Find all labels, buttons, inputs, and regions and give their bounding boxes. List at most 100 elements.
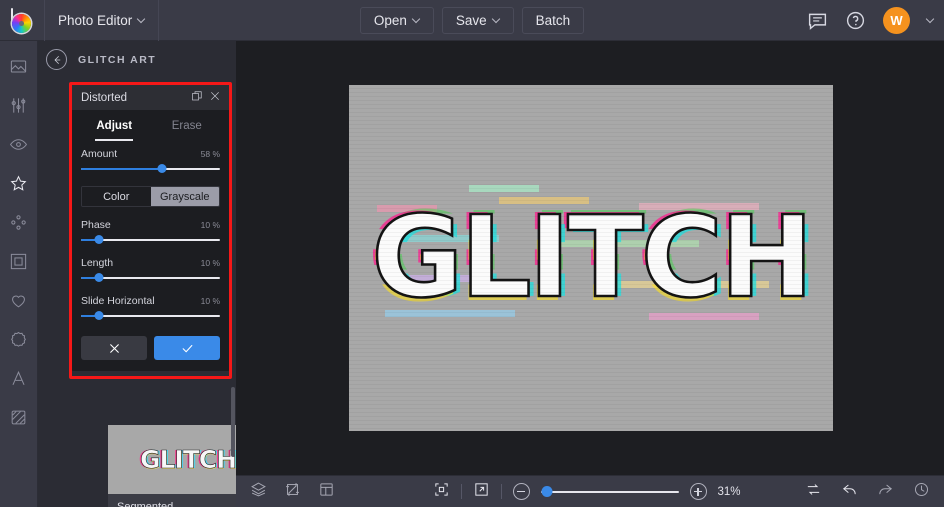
sidebar-item-frames[interactable]	[2, 246, 36, 276]
star-icon	[10, 174, 27, 191]
zoom-in-button[interactable]	[689, 483, 707, 500]
back-button[interactable]	[46, 49, 67, 70]
chat-icon[interactable]	[807, 10, 828, 31]
top-center-actions: Open Save Batch	[0, 6, 944, 34]
slider-knob[interactable]	[94, 235, 104, 244]
back-arrow-icon	[53, 55, 60, 64]
preset-label: Segmented	[108, 494, 236, 507]
chevron-down-icon	[493, 17, 500, 24]
chevron-down-icon[interactable]	[927, 17, 934, 24]
effect-action-buttons	[81, 333, 220, 362]
undo-icon[interactable]	[841, 481, 858, 503]
slide-horizontal-value: 10 %	[200, 296, 220, 306]
top-right-actions: W	[807, 0, 934, 41]
sidebar-item-text[interactable]	[2, 363, 36, 393]
batch-button[interactable]: Batch	[521, 6, 585, 34]
expand-icon[interactable]	[473, 481, 490, 503]
sidebar-item-effects[interactable]	[2, 168, 36, 198]
artboard[interactable]: GLITCH GLITCH GLITCH GLITCH GLITCH	[349, 85, 833, 431]
zoom-slider-knob[interactable]	[541, 485, 553, 497]
save-label: Save	[455, 12, 487, 28]
glitch-layer-base: GLITCH	[370, 193, 815, 323]
text-a-icon	[12, 370, 25, 385]
length-label: Length	[81, 257, 114, 269]
effect-title: Distorted	[81, 91, 128, 104]
sidebar-item-particles[interactable]	[2, 207, 36, 237]
effect-panel-header: Distorted	[72, 85, 229, 110]
sidebar-item-favorites[interactable]	[2, 285, 36, 315]
redo-icon[interactable]	[877, 481, 894, 503]
amount-row-label: Amount 58 %	[81, 148, 220, 160]
close-icon[interactable]	[209, 89, 221, 107]
avatar[interactable]: W	[883, 7, 910, 34]
bottom-right-tools	[805, 481, 930, 503]
batch-label: Batch	[535, 12, 571, 28]
phase-value: 10 %	[200, 220, 220, 230]
length-slider[interactable]	[81, 272, 220, 284]
canvas-area[interactable]: GLITCH GLITCH GLITCH GLITCH GLITCH	[236, 41, 944, 475]
cancel-button[interactable]	[81, 336, 147, 360]
heart-icon	[12, 295, 25, 307]
mini-glitch-base: GLITCH	[139, 445, 236, 475]
slider-knob[interactable]	[94, 273, 104, 282]
help-icon[interactable]	[845, 10, 866, 31]
top-bar: Photo Editor Open Save Batch W	[0, 0, 944, 41]
phase-row-label: Phase 10 %	[81, 219, 220, 231]
color-mode-grayscale[interactable]: Grayscale	[150, 187, 219, 206]
check-icon	[182, 344, 192, 352]
frame-icon	[10, 253, 27, 269]
history-icon[interactable]	[913, 481, 930, 503]
sidebar-item-eye[interactable]	[2, 129, 36, 159]
slide-horizontal-slider[interactable]	[81, 310, 220, 322]
fit-to-screen-icon[interactable]	[433, 481, 450, 503]
effect-settings-panel: Distorted Adjust Erase Amount 58 % Color…	[72, 85, 229, 371]
preset-label-text: Segmented	[117, 500, 174, 507]
slider-fill	[81, 168, 162, 170]
texture-icon	[11, 410, 26, 424]
panel-scrollbar[interactable]	[231, 387, 235, 457]
tab-erase[interactable]: Erase	[151, 110, 224, 141]
tab-adjust-label: Adjust	[96, 119, 133, 132]
x-icon	[109, 343, 119, 353]
badge-icon	[11, 331, 26, 347]
zoom-out-button[interactable]	[512, 483, 530, 500]
amount-slider[interactable]	[81, 163, 220, 175]
phase-slider[interactable]	[81, 234, 220, 246]
image-icon	[10, 59, 27, 73]
slider-knob[interactable]	[157, 164, 167, 173]
panel-header: GLITCH ART	[38, 41, 236, 78]
color-mode-grayscale-label: Grayscale	[159, 190, 210, 203]
color-mode-color-label: Color	[103, 190, 130, 203]
photo-editor-app: Photo Editor Open Save Batch W GLITCH AR…	[0, 0, 944, 507]
slider-knob[interactable]	[94, 311, 104, 320]
sidebar-item-adjust[interactable]	[2, 90, 36, 120]
tab-adjust[interactable]: Adjust	[78, 110, 151, 141]
glitch-artwork: GLITCH GLITCH GLITCH GLITCH GLITCH	[349, 85, 833, 431]
effect-controls: Amount 58 % Color Grayscale Phase 10 % L…	[72, 141, 229, 371]
amount-label: Amount	[81, 148, 118, 160]
glitch-text: GLITCH GLITCH GLITCH GLITCH GLITCH	[367, 193, 815, 323]
preset-thumbnail-segmented[interactable]: GLITCH GLITCH GLITCH GLITCH	[108, 425, 236, 494]
sidebar-item-texture[interactable]	[2, 402, 36, 432]
save-button[interactable]: Save	[441, 6, 514, 34]
panel-category-title: GLITCH ART	[78, 53, 157, 66]
slide-horizontal-label: Slide Horizontal	[81, 295, 155, 307]
open-label: Open	[373, 12, 407, 28]
color-mode-color[interactable]: Color	[82, 187, 151, 206]
color-mode-segmented-control: Color Grayscale	[81, 186, 220, 207]
duplicate-icon[interactable]	[191, 89, 203, 107]
apply-button[interactable]	[154, 336, 220, 360]
sidebar-item-photo[interactable]	[2, 51, 36, 81]
zoom-slider[interactable]	[540, 485, 679, 498]
phase-label: Phase	[81, 219, 111, 231]
avatar-initial: W	[890, 13, 903, 28]
toolbar-divider	[460, 484, 462, 499]
sidebar-item-stickers[interactable]	[2, 324, 36, 354]
compare-icon[interactable]	[805, 481, 822, 503]
left-tool-rail	[0, 41, 38, 507]
length-value: 10 %	[200, 258, 220, 268]
amount-value: 58 %	[200, 149, 220, 159]
chevron-down-icon	[413, 17, 420, 24]
sliders-icon	[11, 97, 26, 113]
open-button[interactable]: Open	[359, 6, 434, 34]
